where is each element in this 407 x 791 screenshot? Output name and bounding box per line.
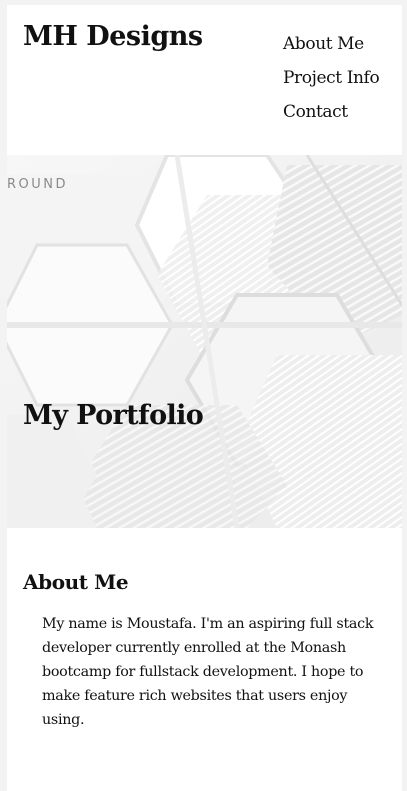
hero-banner: ROUND My Portfolio — [7, 155, 402, 528]
nav-link-about-me[interactable]: About Me — [283, 27, 379, 61]
about-paragraph: My name is Moustafa. I'm an aspiring ful… — [42, 616, 374, 728]
hero-background-pattern — [7, 155, 402, 528]
nav-link-contact[interactable]: Contact — [283, 95, 379, 129]
main-nav: About Me Project Info Contact — [283, 27, 380, 129]
hero-title: My Portfolio — [23, 400, 204, 431]
nav-link-project-info[interactable]: Project Info — [283, 61, 380, 95]
site-title[interactable]: MH Designs — [23, 19, 203, 55]
site-header: MH Designs About Me Project Info Contact — [7, 5, 402, 155]
about-heading: About Me — [23, 570, 129, 594]
page-card: MH Designs About Me Project Info Contact — [7, 5, 402, 791]
hero-background-text: ROUND — [7, 177, 69, 192]
